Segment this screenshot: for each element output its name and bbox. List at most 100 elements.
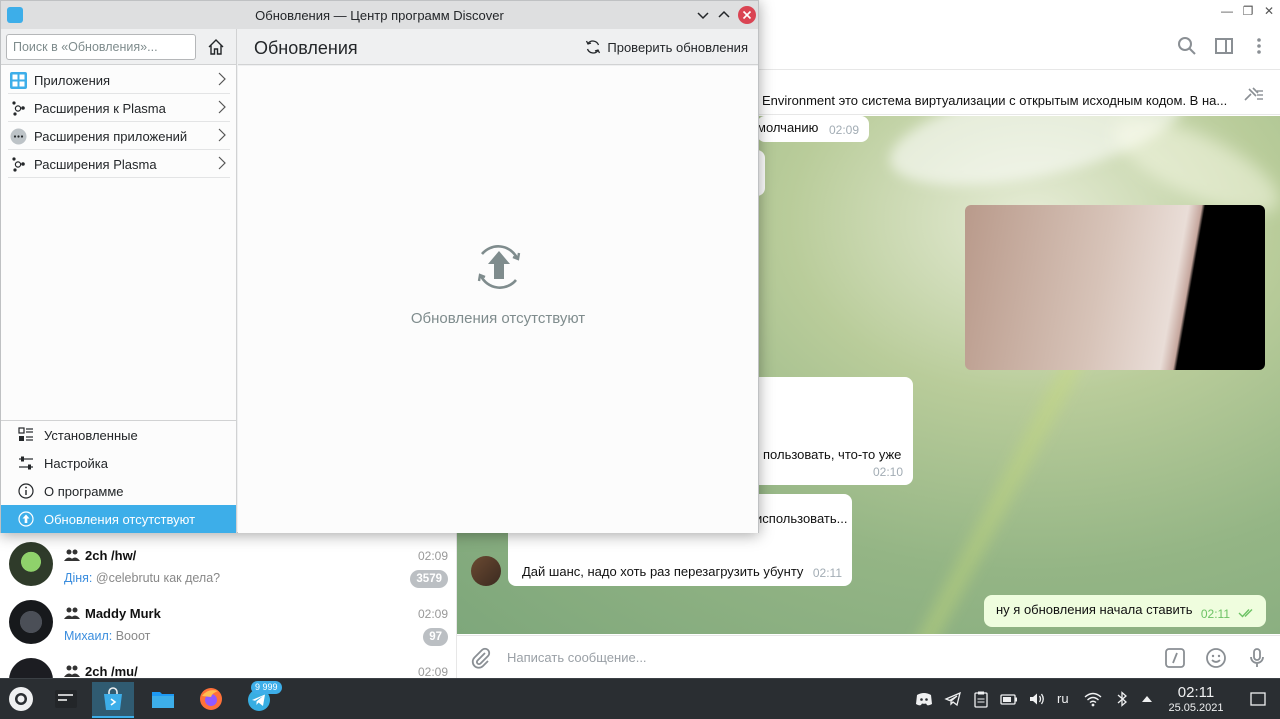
- task-file-manager[interactable]: [142, 682, 184, 718]
- window-title: Обновления — Центр программ Discover: [255, 8, 504, 23]
- pinned-message-text: Environment это система виртуализации с …: [762, 93, 1228, 108]
- dialog-time: 02:09: [417, 607, 448, 621]
- discover-window: Обновления — Центр программ Discover Пои…: [0, 0, 759, 533]
- home-icon[interactable]: [206, 37, 226, 57]
- unread-badge: 3579: [410, 570, 448, 588]
- dialog-list: 2ch /hw/ 02:09 Діня: @celebrutu как дела…: [0, 532, 457, 702]
- sidebar-toggle-icon[interactable]: [1212, 34, 1236, 58]
- nav-label: Настройка: [44, 456, 108, 471]
- message-time: 02:10: [872, 465, 903, 479]
- message-input[interactable]: Написать сообщение...: [507, 650, 647, 665]
- settings-sliders-icon: [19, 456, 33, 470]
- attach-icon[interactable]: [469, 646, 493, 670]
- outgoing-message-bubble[interactable]: ну я обновления начала ставить 02:11: [984, 595, 1266, 627]
- dialog-sender: Діня:: [64, 571, 93, 585]
- category-plasma-addons[interactable]: Расширения к Plasma: [8, 94, 230, 122]
- nav-label: Установленные: [44, 428, 138, 443]
- battery-icon[interactable]: [1000, 690, 1018, 708]
- message-bubble[interactable]: молчанию 02:09: [757, 116, 869, 142]
- category-applications[interactable]: Приложения: [8, 66, 230, 94]
- discover-sidebar: Поиск в «Обновления»... Приложения Расши…: [1, 29, 237, 533]
- search-icon[interactable]: [1175, 34, 1199, 58]
- dialog-preview-text: @celebrutu как дела?: [95, 571, 221, 585]
- message-time: 02:09: [828, 123, 859, 137]
- update-arrow-icon: [18, 511, 34, 527]
- commands-icon[interactable]: [1163, 646, 1187, 670]
- task-discover[interactable]: [92, 682, 134, 718]
- digital-clock[interactable]: 02:11 25.05.2021: [1160, 684, 1232, 714]
- dialog-sender: Михаил:: [64, 629, 113, 643]
- task-terminal[interactable]: [45, 682, 87, 718]
- dialog-preview: Діня: @celebrutu как дела?: [64, 571, 220, 585]
- telegram-tray-icon[interactable]: [944, 690, 962, 708]
- message-time: 02:11: [1200, 607, 1230, 621]
- info-icon: [18, 483, 34, 499]
- folder-icon: [152, 692, 174, 708]
- message-media[interactable]: [965, 205, 1265, 370]
- nav-updates[interactable]: Обновления отсутствуют: [1, 505, 236, 533]
- nav-label: Обновления отсутствуют: [44, 512, 196, 527]
- maximize-icon[interactable]: [715, 6, 733, 24]
- no-updates-icon: [477, 245, 521, 289]
- maximize-icon[interactable]: ❐: [1240, 3, 1256, 19]
- sender-avatar[interactable]: [471, 556, 501, 586]
- dialog-name: Maddy Murk: [85, 606, 161, 621]
- page-title: Обновления: [254, 38, 358, 58]
- wifi-icon[interactable]: [1084, 690, 1102, 708]
- show-desktop-icon[interactable]: [1249, 690, 1267, 708]
- chat-avatar: [9, 542, 53, 586]
- close-icon[interactable]: ✕: [1261, 3, 1277, 19]
- tray-expand-icon[interactable]: [1138, 690, 1156, 708]
- discover-titlebar[interactable]: Обновления — Центр программ Discover: [1, 1, 758, 29]
- group-icon: [64, 549, 80, 561]
- minimize-icon[interactable]: —: [1219, 3, 1235, 19]
- unpin-icon[interactable]: [1242, 85, 1264, 103]
- close-icon[interactable]: [738, 6, 756, 24]
- plasma-icon: [12, 101, 25, 116]
- clipboard-icon[interactable]: [972, 690, 990, 708]
- telegram-unread-badge: 9 999: [251, 681, 282, 694]
- chevron-right-icon: [218, 128, 226, 142]
- emoji-icon[interactable]: [1204, 646, 1228, 670]
- discord-icon[interactable]: [915, 690, 933, 708]
- category-label: Расширения к Plasma: [34, 101, 166, 116]
- firefox-icon: [200, 688, 222, 710]
- updates-content: Обновления отсутствуют: [238, 66, 758, 533]
- dialog-time: 02:09: [417, 665, 448, 679]
- app-launcher-button[interactable]: [0, 682, 42, 718]
- dialog-preview: Михаил: Вооот: [64, 629, 150, 643]
- nav-installed[interactable]: Установленные: [1, 421, 236, 449]
- keyboard-layout-indicator[interactable]: ru: [1057, 691, 1069, 706]
- group-icon: [64, 665, 80, 677]
- installed-list-icon: [18, 427, 33, 441]
- clock-time: 02:11: [1177, 684, 1215, 701]
- kde-launcher-icon: [9, 687, 33, 711]
- search-input[interactable]: Поиск в «Обновления»...: [6, 34, 196, 60]
- chevron-right-icon: [218, 156, 226, 170]
- dialog-item[interactable]: Maddy Murk 02:09 Михаил: Вооот 97: [0, 593, 457, 651]
- check-updates-label: Проверить обновления: [607, 40, 748, 55]
- chat-avatar: [9, 600, 53, 644]
- dialog-time: 02:09: [417, 549, 448, 563]
- category-app-addons[interactable]: Расширения приложений: [8, 122, 230, 150]
- compose-bar: Написать сообщение...: [457, 635, 1280, 678]
- category-label: Расширения Plasma: [34, 157, 157, 172]
- app-addons-icon: [10, 128, 27, 145]
- volume-icon[interactable]: [1028, 690, 1046, 708]
- message-text: пользовать, что-то уже: [763, 447, 902, 462]
- taskbar: 9 999 ru 02:11 25.05.2021: [0, 678, 1280, 719]
- microphone-icon[interactable]: [1245, 646, 1269, 670]
- task-firefox[interactable]: [190, 682, 232, 718]
- dialog-item[interactable]: 2ch /hw/ 02:09 Діня: @celebrutu как дела…: [0, 535, 457, 593]
- nav-about[interactable]: О программе: [1, 477, 236, 505]
- bluetooth-icon[interactable]: [1113, 690, 1131, 708]
- nav-settings[interactable]: Настройка: [1, 449, 236, 477]
- minimize-icon[interactable]: [694, 6, 712, 24]
- more-menu-icon[interactable]: [1247, 34, 1271, 58]
- category-plasma-extensions[interactable]: Расширения Plasma: [8, 150, 230, 178]
- message-bubble[interactable]: пользовать, что-то уже 02:10: [757, 377, 913, 485]
- page-header: Обновления Проверить обновления: [238, 29, 758, 65]
- check-updates-button[interactable]: Проверить обновления: [585, 39, 748, 55]
- dialog-name: 2ch /hw/: [85, 548, 137, 563]
- message-text: ну я обновления начала ставить: [996, 602, 1193, 617]
